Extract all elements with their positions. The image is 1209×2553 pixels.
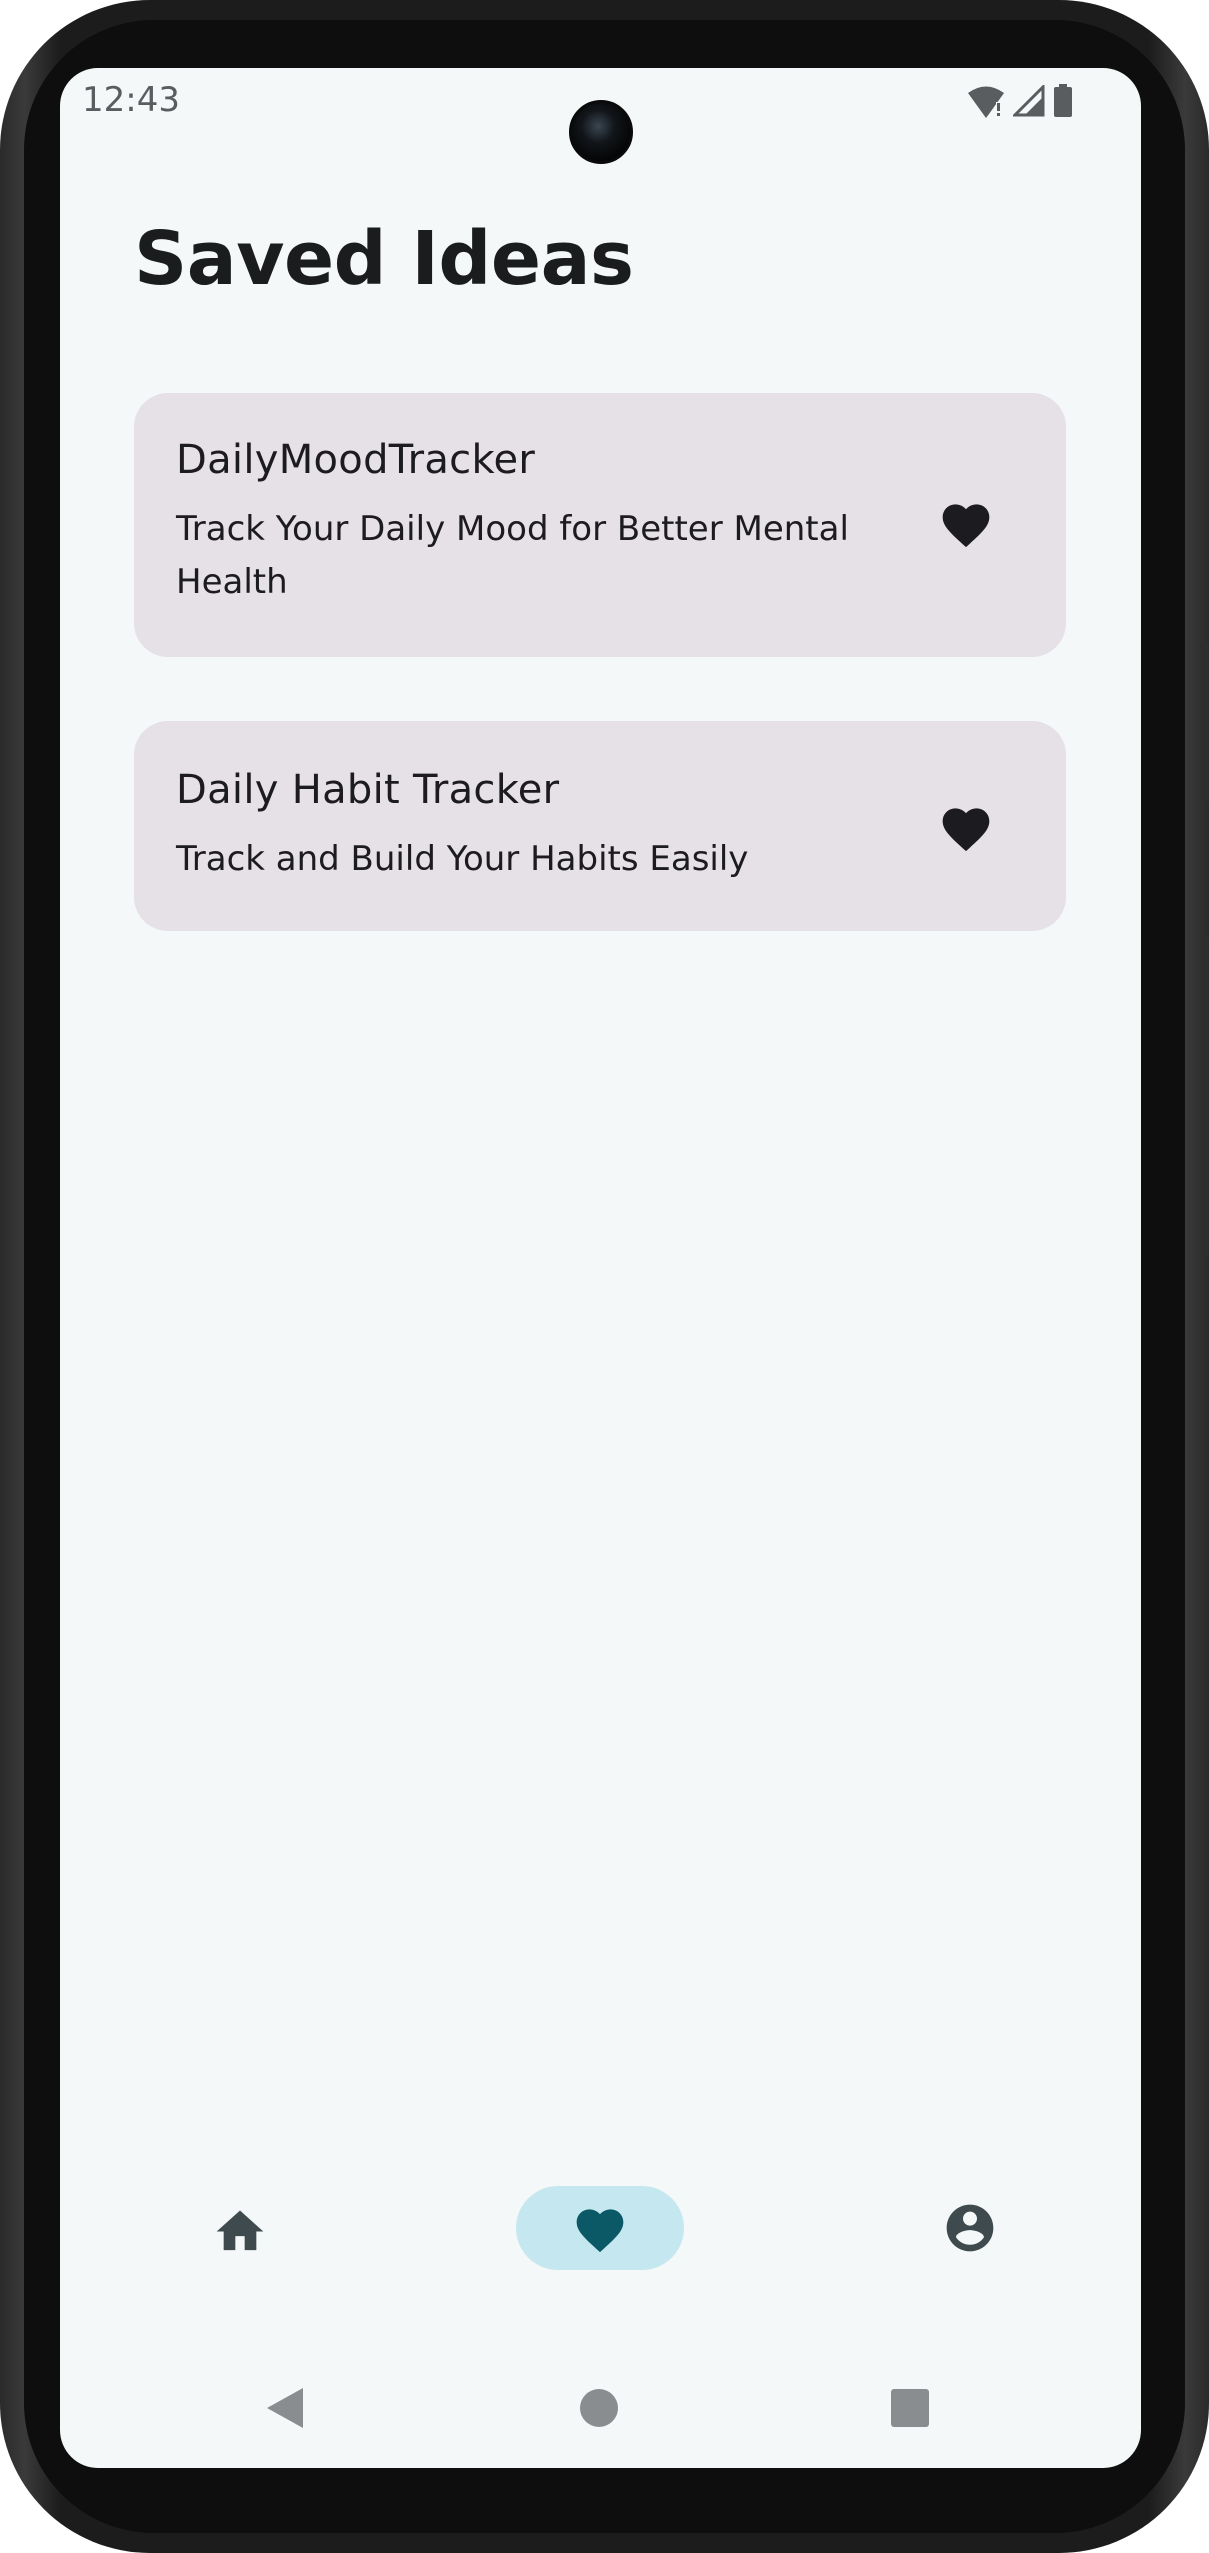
heart-icon: [576, 2209, 624, 2253]
saved-ideas-list: DailyMoodTracker Track Your Daily Mood f…: [134, 393, 1066, 995]
nav-home[interactable]: [190, 2186, 290, 2270]
cellular-signal-icon: [1011, 83, 1045, 121]
idea-subtitle: Track and Build Your Habits Easily: [176, 839, 749, 879]
recents-icon: [891, 2389, 929, 2427]
system-navigation: [60, 2368, 1141, 2448]
nav-saved[interactable]: [516, 2186, 684, 2270]
system-recents-button[interactable]: [880, 2378, 940, 2438]
volume-button: [1201, 642, 1209, 802]
phone-frame: 12:43 Saved Ideas DailyMoodTracker Track…: [0, 0, 1209, 2553]
battery-icon: [1053, 84, 1073, 122]
status-bar: 12:43: [60, 68, 1141, 164]
heart-icon: [942, 504, 990, 548]
idea-subtitle: Track Your Daily Mood for Better Mental …: [176, 509, 849, 602]
page-title: Saved Ideas: [134, 216, 634, 302]
nav-profile[interactable]: [920, 2186, 1020, 2270]
status-time: 12:43: [82, 80, 180, 120]
power-button: [1201, 935, 1209, 1255]
idea-title: DailyMoodTracker: [176, 437, 536, 483]
home-icon: [216, 2210, 264, 2251]
account-circle-icon: [946, 2204, 994, 2252]
idea-title: Daily Habit Tracker: [176, 767, 560, 813]
unsave-button[interactable]: [936, 797, 996, 857]
system-home-button[interactable]: [569, 2378, 629, 2438]
home-circle-icon: [580, 2389, 618, 2427]
screen: 12:43 Saved Ideas DailyMoodTracker Track…: [60, 68, 1141, 2468]
front-camera: [569, 100, 633, 164]
bottom-navigation: [60, 2186, 1141, 2306]
unsave-button[interactable]: [936, 493, 996, 553]
system-back-button[interactable]: [255, 2378, 315, 2438]
wifi-alert-icon: [967, 84, 1005, 122]
idea-card[interactable]: Daily Habit Tracker Track and Build Your…: [134, 721, 1066, 931]
back-icon: [267, 2388, 303, 2428]
status-icons: [967, 83, 1073, 122]
heart-icon: [942, 808, 990, 852]
idea-card[interactable]: DailyMoodTracker Track Your Daily Mood f…: [134, 393, 1066, 657]
